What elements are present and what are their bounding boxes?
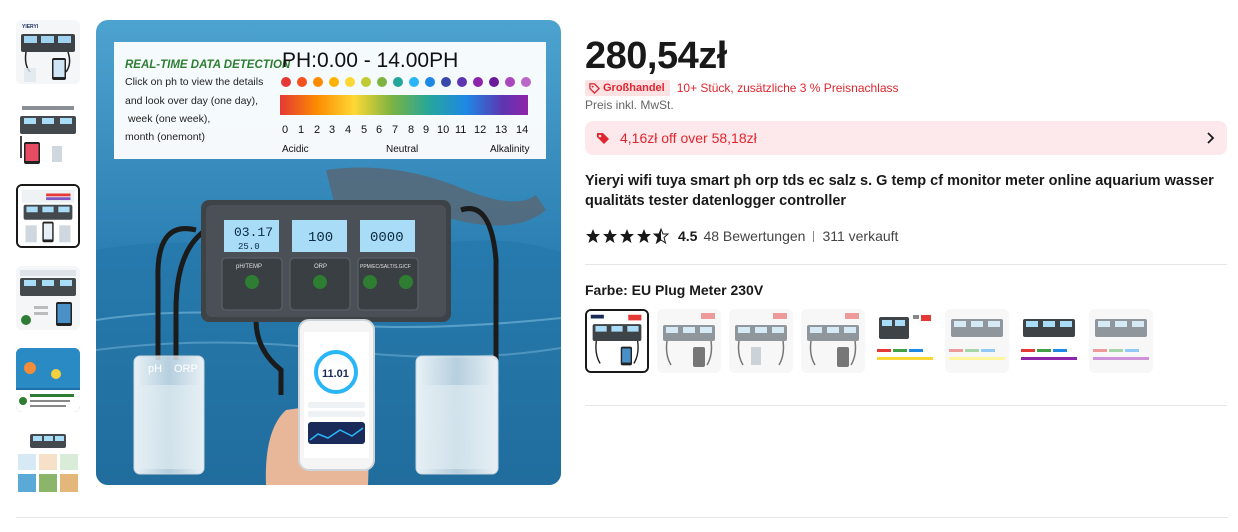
label-neutral: Neutral	[386, 144, 418, 155]
svg-text:11: 11	[455, 124, 466, 136]
svg-text:10: 10	[437, 124, 449, 136]
rating-separator	[813, 230, 815, 242]
product-title: Yieryi wifi tuya smart ph orp tds ec sal…	[585, 173, 1214, 209]
rating-row[interactable]: 4.5 48 Bewertungen 311 verkauft	[585, 227, 898, 245]
review-count[interactable]: 48 Bewertungen	[703, 228, 805, 244]
wholesale-row: Großhandel 10+ Stück, zusätzliche 3 % Pr…	[585, 80, 899, 96]
thumbnail-3[interactable]	[16, 184, 80, 248]
ph-title: PH:0.00 - 14.00PH	[282, 49, 458, 72]
svg-text:9: 9	[423, 124, 429, 136]
tag-icon	[589, 82, 600, 94]
svg-text:2: 2	[314, 124, 320, 136]
color-swatch-2[interactable]	[657, 309, 721, 373]
rating-stars	[585, 228, 670, 244]
svg-text:3: 3	[329, 124, 335, 136]
divider	[585, 264, 1227, 265]
rating-value: 4.5	[678, 228, 698, 244]
coupon-tag-icon	[597, 133, 609, 144]
star-full-icon	[620, 229, 634, 243]
price: 280,54zł	[585, 35, 727, 77]
svg-text:7: 7	[392, 124, 398, 136]
banner-line-2: and look over day (one day),	[125, 95, 258, 107]
banner-line-3: week (one week),	[127, 113, 210, 125]
star-full-icon	[603, 229, 617, 243]
chevron-right-icon	[1207, 132, 1215, 144]
color-label: Farbe: EU Plug Meter 230V	[585, 282, 764, 298]
banner-line-1: Click on ph to view the details	[125, 76, 263, 88]
svg-text:14: 14	[516, 124, 528, 136]
star-full-icon	[586, 229, 600, 243]
divider	[585, 405, 1227, 406]
lcd-ph: 03.17	[234, 225, 273, 240]
banner-heading: REAL-TIME DATA DETECTION	[125, 59, 291, 71]
svg-text:8: 8	[408, 124, 414, 136]
phone-reading: 11.01	[322, 368, 349, 380]
color-swatch-6[interactable]	[945, 309, 1009, 373]
svg-text:4: 4	[345, 124, 351, 136]
section-divider	[16, 517, 1228, 518]
lcd-orp: 100	[308, 230, 333, 246]
star-full-icon	[637, 229, 651, 243]
label-alkalinity: Alkalinity	[490, 144, 529, 155]
wholesale-text: 10+ Stück, zusätzliche 3 % Preisnachlass	[676, 81, 899, 95]
sold-count: 311 verkauft	[822, 228, 899, 244]
svg-text:1: 1	[298, 124, 304, 136]
color-swatch-7[interactable]	[1017, 309, 1081, 373]
label-acidic: Acidic	[282, 144, 309, 155]
thumbnail-2[interactable]	[16, 102, 80, 166]
color-swatch-4[interactable]	[801, 309, 865, 373]
color-swatch-3[interactable]	[729, 309, 793, 373]
banner-line-4: month (onemont)	[125, 131, 205, 143]
color-swatch-1[interactable]	[585, 309, 649, 373]
thumbnail-6[interactable]	[16, 430, 80, 494]
coupon-text: 4,16zł off over 58,18zł	[620, 130, 757, 146]
wholesale-badge-label: Großhandel	[603, 82, 665, 94]
svg-text:5: 5	[361, 124, 367, 136]
star-half-icon	[653, 228, 669, 244]
svg-text:12: 12	[474, 124, 486, 136]
thumb-brand: YIERYI	[22, 24, 39, 30]
thumbnail-1[interactable]: YIERYI	[16, 20, 80, 84]
module-label-3: PPM/EC/SALT/S.G/CF	[360, 264, 411, 270]
lcd-temp: 25.0	[238, 242, 260, 252]
color-swatch-8[interactable]	[1089, 309, 1153, 373]
ph-gradient-bar	[280, 95, 528, 115]
main-product-image[interactable]: REAL-TIME DATA DETECTION Click on ph to …	[96, 20, 561, 485]
svg-text:6: 6	[376, 124, 382, 136]
module-label-2: ORP	[314, 264, 327, 270]
svg-text:0: 0	[282, 124, 288, 136]
color-swatch-5[interactable]	[873, 309, 937, 373]
beaker-label-orp: ORP	[174, 363, 198, 375]
thumbnail-4[interactable]	[16, 266, 80, 330]
thumbnail-5[interactable]	[16, 348, 80, 412]
color-swatches	[585, 309, 1161, 373]
vat-note: Preis inkl. MwSt.	[585, 98, 674, 112]
lcd-ppm: 0000	[370, 230, 404, 246]
beaker-label-ph: pH	[148, 363, 162, 375]
svg-text:13: 13	[495, 124, 507, 136]
coupon-banner[interactable]: 4,16zł off over 58,18zł	[585, 121, 1227, 155]
module-label-1: pH/TEMP	[236, 264, 262, 270]
wholesale-badge: Großhandel	[585, 80, 670, 96]
